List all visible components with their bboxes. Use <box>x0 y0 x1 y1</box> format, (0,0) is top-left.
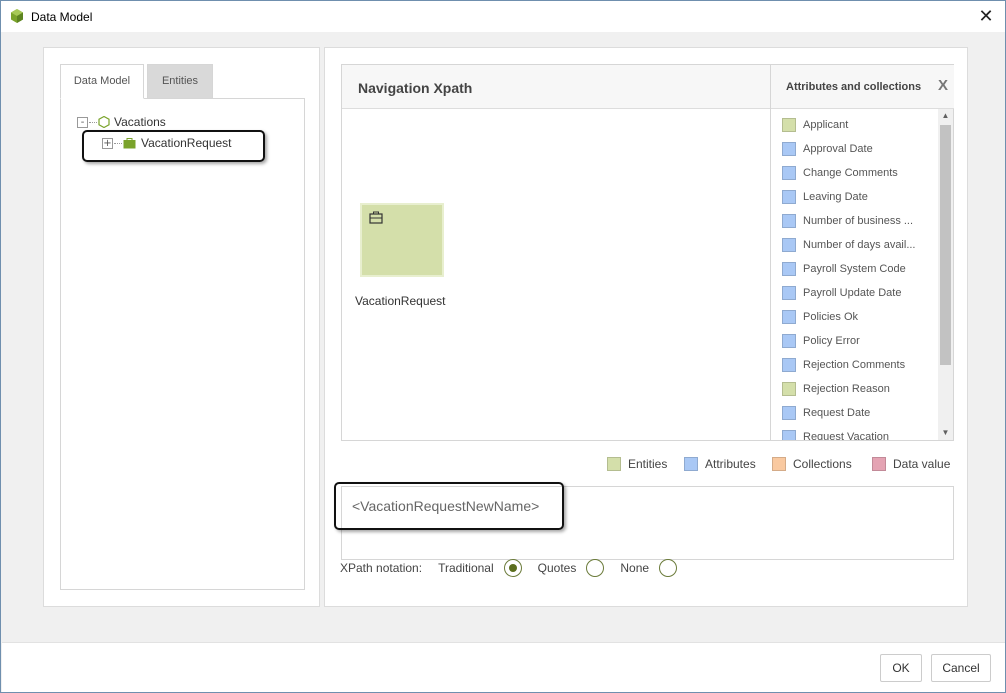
legend-swatch <box>872 457 886 471</box>
attribute-label: Applicant <box>803 119 849 131</box>
tab-entities[interactable]: Entities <box>147 64 213 99</box>
attribute-item[interactable]: Number of business ... <box>782 213 913 229</box>
entity-swatch <box>782 118 796 132</box>
attribute-item[interactable]: Request Date <box>782 405 870 421</box>
tree-item-vacations[interactable]: - Vacations <box>77 115 166 129</box>
attributes-panel: Attributes and collections X Applicant Ap… <box>770 65 954 440</box>
entity-node-label: VacationRequest <box>355 294 446 308</box>
attribute-item[interactable]: Policy Error <box>782 333 860 349</box>
attribute-label: Change Comments <box>803 167 898 179</box>
attribute-label: Rejection Reason <box>803 383 890 395</box>
attribute-swatch <box>782 262 796 276</box>
cancel-button[interactable]: Cancel <box>931 654 991 682</box>
attribute-item[interactable]: Applicant <box>782 117 848 133</box>
legend-label: Data value <box>893 457 951 471</box>
attribute-swatch <box>782 166 796 180</box>
attribute-swatch <box>782 430 796 440</box>
attribute-item[interactable]: Change Comments <box>782 165 898 181</box>
entity-icon <box>369 211 383 224</box>
tree-item-label: Vacations <box>114 115 166 129</box>
legend-item: Entities <box>607 456 667 472</box>
legend-swatch <box>607 457 621 471</box>
app-cube-icon <box>11 9 23 23</box>
close-attributes-button[interactable]: X <box>938 77 948 94</box>
attributes-header: Attributes and collections X <box>771 65 954 109</box>
attribute-label: Rejection Comments <box>803 359 906 371</box>
attribute-item[interactable]: Rejection Reason <box>782 381 890 397</box>
attribute-item[interactable]: Leaving Date <box>782 189 868 205</box>
attribute-swatch <box>782 238 796 252</box>
radio-none[interactable] <box>659 559 678 577</box>
entity-swatch <box>782 382 796 396</box>
attribute-label: Policies Ok <box>803 311 859 323</box>
xpath-value[interactable]: <VacationRequestNewName> <box>352 498 539 514</box>
attribute-item[interactable]: Number of days avail... <box>782 237 916 253</box>
attribute-label: Number of days avail... <box>803 239 916 251</box>
dialog-footer: OK Cancel <box>2 642 1005 692</box>
scroll-up-icon[interactable]: ▲ <box>938 109 953 123</box>
tree-view: - Vacations + VacationRequest <box>60 98 305 590</box>
hexagon-icon <box>98 116 110 128</box>
attribute-label: Payroll Update Date <box>803 287 902 299</box>
attribute-item[interactable]: Payroll Update Date <box>782 285 901 301</box>
xpath-notation-group: XPath notation: Traditional Quotes None <box>340 558 678 578</box>
dialog-content: Data Model Entities - Vacations + Vacati… <box>2 32 1005 642</box>
data-model-dialog: Data Model ✕ Data Model Entities - Vacat… <box>0 0 1006 693</box>
tab-data-model[interactable]: Data Model <box>60 64 144 99</box>
navigation-header: Navigation Xpath <box>342 65 770 109</box>
navigation-canvas: VacationRequest <box>342 109 770 440</box>
legend-label: Entities <box>628 457 668 471</box>
attribute-swatch <box>782 358 796 372</box>
xpath-notation-label: XPath notation: <box>340 561 423 575</box>
scroll-thumb[interactable] <box>940 125 951 365</box>
radio-traditional[interactable] <box>503 559 522 577</box>
radio-traditional-label: Traditional <box>438 561 494 575</box>
scrollbar[interactable]: ▲ ▼ <box>938 109 953 440</box>
attribute-item[interactable]: Policies Ok <box>782 309 858 325</box>
attribute-item[interactable]: Payroll System Code <box>782 261 906 277</box>
legend-label: Collections <box>793 457 852 471</box>
attribute-swatch <box>782 334 796 348</box>
attributes-title: Attributes and collections <box>786 81 922 93</box>
close-icon[interactable]: ✕ <box>975 5 997 27</box>
attribute-label: Number of business ... <box>803 215 914 227</box>
attribute-label: Payroll System Code <box>803 263 906 275</box>
legend-item: Attributes <box>684 456 756 472</box>
attribute-swatch <box>782 190 796 204</box>
attribute-label: Policy Error <box>803 335 860 347</box>
collapse-icon[interactable]: - <box>77 116 88 128</box>
attribute-item[interactable]: Approval Date <box>782 141 873 157</box>
legend-swatch <box>684 457 698 471</box>
attribute-swatch <box>782 406 796 420</box>
radio-none-label: None <box>620 561 650 575</box>
attribute-swatch <box>782 142 796 156</box>
navigation-xpath-box: Navigation Xpath VacationRequest Attribu… <box>341 64 954 441</box>
scroll-down-icon[interactable]: ▼ <box>938 426 953 440</box>
highlight-annotation <box>82 130 265 162</box>
legend-item: Data value <box>872 456 950 472</box>
attributes-list: Applicant Approval Date Change Comments Lea… <box>771 109 938 440</box>
attribute-label: Leaving Date <box>803 191 868 203</box>
radio-quotes[interactable] <box>586 559 605 577</box>
attribute-item[interactable]: Rejection Comments <box>782 357 905 373</box>
radio-quotes-label: Quotes <box>537 561 577 575</box>
attribute-swatch <box>782 310 796 324</box>
ok-button[interactable]: OK <box>880 654 922 682</box>
window-title: Data Model <box>31 10 93 24</box>
legend-label: Attributes <box>705 457 756 471</box>
title-bar: Data Model ✕ <box>1 1 1005 32</box>
attribute-label: Request Date <box>803 407 871 419</box>
entity-node[interactable] <box>360 203 444 277</box>
navigation-title: Navigation Xpath <box>358 80 473 96</box>
attribute-label: Approval Date <box>803 143 873 155</box>
legend-swatch <box>772 457 786 471</box>
legend-item: Collections <box>772 456 852 472</box>
attribute-swatch <box>782 286 796 300</box>
attribute-item[interactable]: Request Vacation <box>782 429 889 440</box>
attribute-swatch <box>782 214 796 228</box>
attribute-label: Request Vacation <box>803 431 890 440</box>
